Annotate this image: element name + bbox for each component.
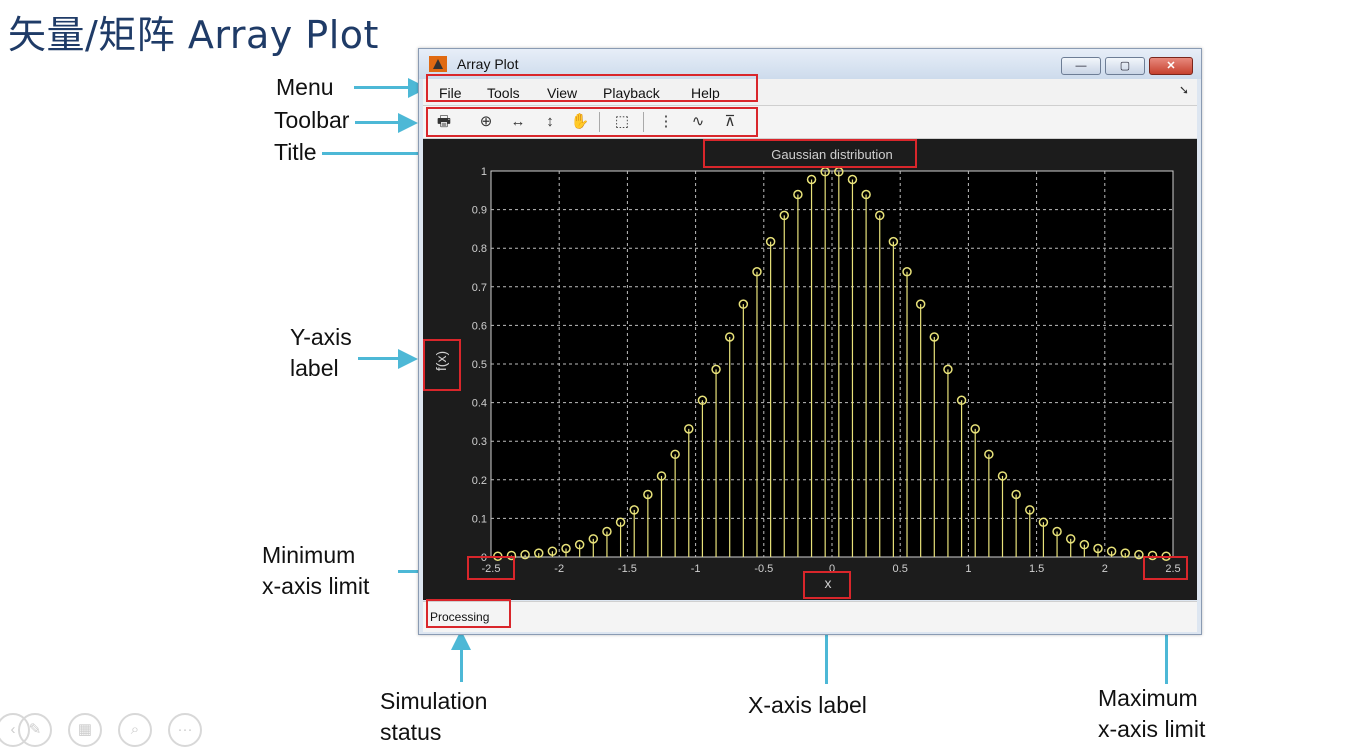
more-options-icon[interactable]: ··· [168, 713, 202, 747]
callout-simulation-status: Simulation status [380, 686, 487, 748]
arrow-status-shaft [460, 648, 463, 682]
y-tick-label: 0.4 [472, 398, 487, 410]
y-tick-label: 0.6 [472, 320, 487, 332]
x-tick-label: -1 [691, 563, 701, 575]
y-tick-label: 0.2 [472, 475, 487, 487]
callout-simulation-status-line2: status [380, 719, 442, 745]
x-tick-label: 1 [965, 563, 971, 575]
highlight-toolbar [426, 107, 758, 137]
arrow-menu-shaft [354, 86, 410, 89]
x-tick-label: -2 [554, 563, 564, 575]
matlab-logo-icon [429, 56, 447, 72]
arrow-toolbar-shaft [355, 121, 400, 124]
callout-max-x-limit-line2: x-axis limit [1098, 716, 1206, 742]
y-tick-label: 0.5 [472, 359, 487, 371]
slides-grid-icon[interactable]: ▦ [68, 713, 102, 747]
highlight-x-axis-label [803, 571, 851, 599]
callout-menu: Menu [276, 74, 334, 100]
arrow-ylabel-head [398, 349, 418, 369]
callout-max-x-limit: Maximum x-axis limit [1098, 683, 1205, 745]
grid-layer [490, 170, 1174, 558]
y-tick-label: 0.1 [472, 513, 487, 525]
highlight-max-x-limit [1143, 556, 1188, 580]
x-tick-label: 2 [1102, 563, 1108, 575]
minimize-button[interactable]: — [1061, 57, 1101, 75]
minimize-icon: — [1075, 60, 1087, 72]
status-bar: Processing [423, 601, 1197, 632]
x-tick-label: 1.5 [1029, 563, 1044, 575]
close-icon: ✕ [1166, 60, 1176, 72]
highlight-y-axis-label [423, 339, 461, 391]
pen-icon[interactable]: ✎ [18, 713, 52, 747]
maximize-button[interactable]: ▢ [1105, 57, 1145, 75]
callout-title: Title [274, 139, 317, 165]
highlight-menu [426, 74, 758, 102]
array-plot-chart: -2.5 -2 -1.5 -1 -0.5 0 0.5 1 1.5 2 2.500.10.20.30.… [433, 166, 1181, 591]
arrow-toolbar-head [398, 113, 418, 133]
callout-min-x-limit-line2: x-axis limit [262, 573, 370, 599]
highlight-simulation-status [426, 599, 511, 628]
x-tick-label: 0.5 [893, 563, 908, 575]
y-tick-label: 1 [481, 166, 487, 178]
x-tick-label: -0.5 [754, 563, 773, 575]
window-title: Array Plot [457, 56, 519, 72]
y-tick-label: 0.8 [472, 243, 487, 255]
callout-simulation-status-line1: Simulation [380, 688, 488, 714]
callout-max-x-limit-line1: Maximum [1098, 685, 1198, 711]
arrow-ylabel-shaft [358, 357, 400, 360]
callout-y-axis-label: Y-axis label [290, 322, 352, 384]
zoom-icon[interactable]: ⌕ [118, 713, 152, 747]
callout-y-axis-label-line1: Y-axis [290, 324, 352, 350]
close-button[interactable]: ✕ [1149, 57, 1193, 75]
x-tick-label: -1.5 [618, 563, 637, 575]
maximize-icon: ▢ [1119, 60, 1131, 72]
callout-min-x-limit-line1: Minimum [262, 542, 356, 568]
callout-x-axis-label: X-axis label [748, 692, 867, 718]
callout-toolbar: Toolbar [274, 107, 350, 133]
dock-arrow-icon[interactable]: ➘ [1179, 83, 1189, 97]
y-tick-label: 0.3 [472, 436, 487, 448]
callout-min-x-limit: Minimum x-axis limit [262, 540, 369, 602]
plot-area: Gaussian distribution -2.5 -2 -1.5 -1 -0.5 0 0… [423, 139, 1197, 600]
y-tick-label: 0.9 [472, 205, 487, 217]
highlight-title [703, 139, 917, 168]
highlight-min-x-limit [467, 556, 515, 580]
y-tick-label: 0.7 [472, 282, 487, 294]
callout-y-axis-label-line2: label [290, 355, 339, 381]
slide-title: 矢量/矩阵 Array Plot [8, 13, 379, 57]
